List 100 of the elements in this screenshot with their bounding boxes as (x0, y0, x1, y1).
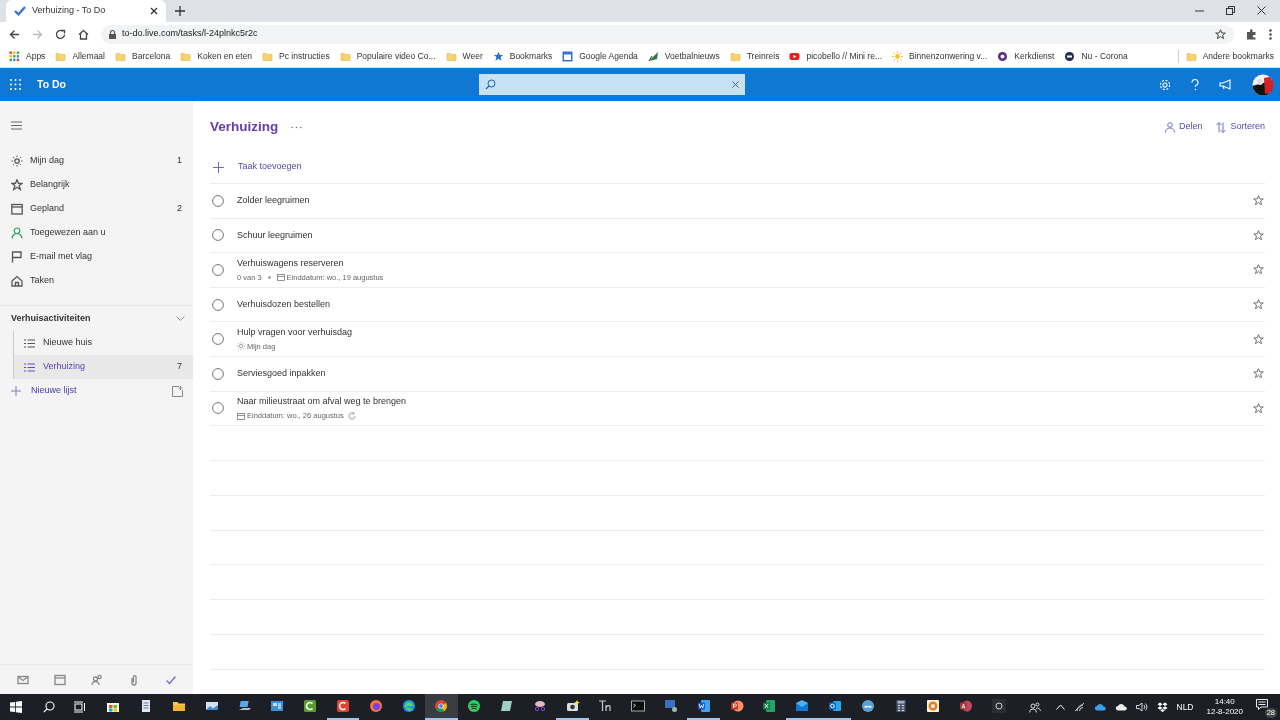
bookmark[interactable]: Kerkdienst (997, 50, 1055, 63)
task-row[interactable]: Zolder leegruimen (210, 184, 1265, 219)
help-icon[interactable] (1191, 78, 1199, 91)
close-icon[interactable] (150, 7, 158, 15)
speaker-icon[interactable] (1135, 702, 1148, 712)
checkbox[interactable] (212, 402, 224, 415)
search-field[interactable] (479, 74, 745, 95)
checkbox[interactable] (212, 194, 224, 207)
mustache-icon (860, 699, 875, 713)
megaphone-icon[interactable] (1219, 79, 1232, 90)
bookmark[interactable]: Apps (9, 50, 46, 63)
star-icon[interactable] (1253, 299, 1264, 311)
clock[interactable]: 14:40 12-8-2020 (1206, 697, 1243, 717)
sidebar-item[interactable]: Taken (0, 269, 193, 293)
bookmark[interactable]: Binnenzonwering v... (892, 50, 988, 63)
add-task-button[interactable]: Taak toevoegen (210, 151, 1265, 184)
sidebar-list[interactable]: Nieuwe huis (14, 331, 193, 355)
check-icon (14, 5, 26, 17)
calendar-icon[interactable] (53, 673, 66, 686)
task-row[interactable]: Serviesgoed inpakken (210, 356, 1265, 392)
close-icon[interactable] (1257, 6, 1266, 15)
chevron-up-icon[interactable] (1055, 704, 1065, 710)
star-icon[interactable] (1253, 264, 1264, 276)
check-icon[interactable] (164, 673, 177, 686)
star-icon[interactable] (1253, 368, 1264, 380)
sort-button[interactable]: Sorteren (1216, 120, 1265, 134)
app-launcher-icon[interactable] (10, 79, 21, 90)
puzzle-icon[interactable] (1246, 28, 1257, 40)
sidebar-list[interactable]: Verhuizing 7 (14, 355, 193, 379)
search-icon[interactable] (43, 701, 55, 713)
task-row[interactable]: Verhuisdozen bestellen (210, 287, 1265, 323)
task-row[interactable]: Schuur leegruimen (210, 218, 1265, 254)
restore-icon[interactable] (1226, 6, 1235, 15)
window-icon (270, 699, 285, 713)
menu-icon[interactable] (1269, 28, 1272, 40)
checkbox[interactable] (212, 367, 224, 380)
reload-icon[interactable] (55, 28, 66, 40)
checkbox[interactable] (212, 298, 224, 311)
star-icon[interactable] (1253, 333, 1264, 345)
bookmark[interactable]: Voetbalnieuws (647, 50, 720, 63)
tab-title: Verhuizing - To Do (32, 4, 107, 18)
cloud-icon[interactable] (1114, 703, 1127, 711)
browser-tab[interactable]: Verhuizing - To Do (6, 0, 166, 22)
text-style-icon (598, 699, 613, 713)
language-indicator[interactable]: NLD (1176, 700, 1194, 714)
dropbox-icon[interactable] (1156, 702, 1168, 712)
star-icon[interactable] (1253, 402, 1264, 414)
sidebar-item[interactable]: Belangrijk (0, 173, 193, 197)
people-icon[interactable] (1028, 701, 1041, 713)
checkbox[interactable] (212, 229, 224, 242)
clear-icon[interactable] (732, 81, 739, 88)
avatar[interactable] (1252, 73, 1274, 96)
address-bar[interactable]: to-do.live.com/tasks/l-24plnkc5r2c (101, 24, 1234, 44)
bookmark[interactable]: Treinreis (729, 50, 780, 63)
more-icon[interactable] (291, 125, 303, 129)
bookmark[interactable]: picobello // Mini re... (789, 50, 882, 63)
taskbar-app[interactable] (424, 694, 458, 720)
apps-icon (9, 51, 20, 62)
bookmark[interactable]: Google Agenda (562, 50, 638, 63)
star-icon[interactable] (1253, 195, 1264, 207)
task-title: Serviesgoed inpakken (237, 367, 327, 380)
menu-icon[interactable] (11, 120, 22, 130)
bookmark[interactable]: Allemaal (55, 50, 105, 63)
share-button[interactable]: Delen (1164, 120, 1203, 134)
outlook-icon (827, 699, 842, 713)
star-icon[interactable] (1253, 229, 1264, 241)
settings-icon[interactable] (1159, 78, 1171, 91)
bookmark[interactable]: Bookmarks (492, 50, 553, 63)
task-view-icon[interactable] (74, 701, 86, 713)
new-tab-icon[interactable] (175, 6, 185, 16)
checkbox[interactable] (212, 264, 224, 276)
bookmark[interactable]: Pc instructies (262, 50, 330, 63)
checkbox[interactable] (212, 333, 224, 346)
bookmark[interactable]: Weer (445, 50, 483, 63)
sort-icon (1216, 121, 1227, 133)
bookmark[interactable]: Populaire video Co... (339, 50, 436, 63)
sidebar-item[interactable]: Toegewezen aan u (0, 221, 193, 245)
bookmark-star-icon[interactable] (1215, 28, 1226, 40)
windows-start-icon[interactable] (10, 701, 22, 713)
bookmark[interactable]: Barcelona (115, 50, 171, 63)
sidebar-item[interactable]: Gepland 2 (0, 197, 193, 221)
sidebar-item[interactable]: E-mail met vlag (0, 245, 193, 269)
scissors-icon (532, 699, 547, 713)
bookmark[interactable]: Andere bookmarks (1177, 50, 1274, 63)
chevron-down-icon[interactable] (176, 316, 185, 322)
app-title: To Do (37, 76, 67, 92)
mail-icon[interactable] (16, 673, 29, 686)
wifi-icon[interactable] (1073, 702, 1085, 712)
new-list-button[interactable]: Nieuwe lijst (0, 379, 193, 403)
new-group-icon[interactable] (172, 385, 183, 397)
list-group[interactable]: Verhuisactiviteiten (0, 307, 193, 331)
bookmark[interactable]: Nu - Corona (1064, 50, 1128, 63)
lock-icon (109, 29, 116, 39)
bookmark[interactable]: Koken en eten (180, 50, 253, 63)
notification-icon[interactable] (1256, 699, 1268, 710)
sidebar-item[interactable]: Mijn dag 1 (0, 149, 193, 173)
back-icon[interactable] (9, 28, 20, 40)
plus-icon (11, 386, 21, 396)
cloud-icon[interactable] (1093, 703, 1106, 711)
home-icon[interactable] (78, 28, 89, 40)
